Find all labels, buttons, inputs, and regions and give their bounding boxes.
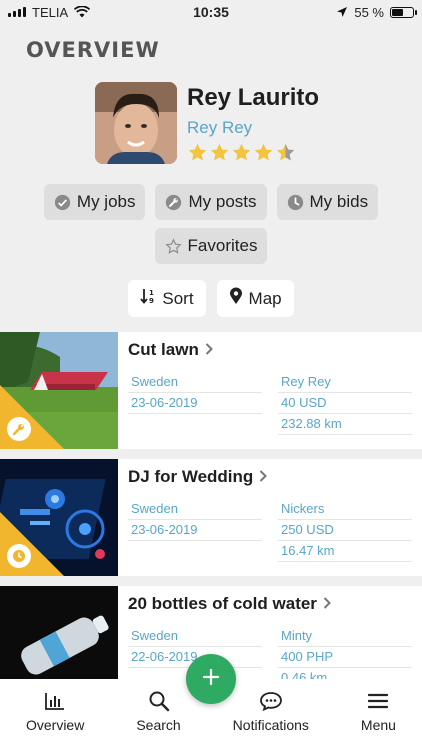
chip-my-posts[interactable]: My posts [155, 184, 267, 220]
job-country: Sweden [128, 372, 262, 393]
tab-menu[interactable]: Menu [361, 689, 396, 733]
job-owner: Nickers [278, 499, 412, 520]
page-title: OVERVIEW [26, 38, 160, 62]
wrench-circle-icon [165, 194, 182, 211]
list-item[interactable]: Cut lawn Sweden 23-06-2019 Rey Rey 40 US… [0, 332, 422, 449]
chip-label: My bids [309, 192, 369, 211]
chip-label: Favorites [187, 236, 258, 255]
clock-icon [7, 544, 31, 568]
sort-button[interactable]: 19 Sort [128, 280, 206, 317]
wrench-icon [7, 417, 31, 441]
star-outline-icon [164, 237, 182, 255]
job-title: 20 bottles of cold water [128, 594, 317, 613]
tab-search[interactable]: Search [136, 689, 181, 733]
chip-my-bids[interactable]: My bids [276, 184, 379, 220]
filter-chips: My jobs My posts My bids Favorites [0, 184, 422, 272]
clock: 10:35 [193, 4, 229, 20]
star-icon [188, 143, 207, 161]
job-price: 250 USD [278, 520, 412, 541]
search-icon [148, 689, 170, 713]
tab-label: Menu [360, 717, 396, 733]
tab-label: Search [136, 717, 181, 733]
profile-nickname: Rey Rey [187, 118, 253, 137]
job-distance: 16.47 km [278, 541, 412, 562]
chevron-right-icon [205, 340, 213, 360]
job-distance: 232.88 km [278, 414, 412, 435]
job-thumbnail [0, 459, 118, 576]
signal-icon [8, 7, 26, 17]
sort-icon: 19 [140, 287, 156, 310]
job-title: Cut lawn [128, 340, 199, 359]
map-label: Map [248, 288, 282, 308]
status-bar: TELIA 10:35 55 % [0, 0, 422, 24]
map-pin-icon [229, 287, 243, 310]
job-price: 40 USD [278, 393, 412, 414]
chevron-right-icon [259, 467, 268, 487]
tab-overview[interactable]: Overview [26, 689, 84, 733]
battery-percent: 55 % [354, 4, 384, 20]
star-icon [210, 143, 229, 161]
plus-icon [202, 668, 220, 691]
location-arrow-icon [337, 7, 348, 17]
svg-text:9: 9 [149, 297, 154, 305]
tab-label: Notifications [232, 717, 309, 733]
profile-header: Rey Laurito Rey Rey [95, 82, 319, 164]
bar-chart-icon [44, 689, 66, 713]
check-circle-icon [54, 194, 71, 211]
tab-label: Overview [25, 717, 85, 733]
job-owner: Rey Rey [278, 372, 412, 393]
category-badge [0, 385, 64, 449]
clock-circle-icon [287, 194, 304, 211]
job-country: Sweden [128, 499, 262, 520]
job-date: 23-06-2019 [128, 393, 262, 414]
profile-name: Rey Laurito [187, 84, 320, 111]
job-title: DJ for Wedding [128, 467, 254, 486]
battery-icon [390, 6, 417, 18]
hamburger-icon [368, 689, 389, 713]
chip-label: My jobs [76, 192, 136, 211]
tab-notifications[interactable]: Notifications [233, 689, 309, 733]
wifi-icon [74, 6, 91, 18]
chat-bubble-icon [259, 689, 283, 713]
star-icon [254, 143, 273, 161]
rating-stars [187, 142, 319, 163]
toolbar: 19 Sort Map [0, 280, 422, 317]
job-date: 23-06-2019 [128, 520, 262, 541]
job-country: Sweden [128, 626, 262, 647]
chip-my-jobs[interactable]: My jobs [43, 184, 146, 220]
chip-favorites[interactable]: Favorites [154, 228, 268, 264]
category-badge [0, 512, 64, 576]
job-owner: Minty [278, 626, 412, 647]
add-button[interactable] [186, 654, 236, 704]
svg-text:1: 1 [149, 289, 154, 297]
map-button[interactable]: Map [216, 280, 294, 317]
list-item[interactable]: DJ for Wedding Sweden 23-06-2019 Nickers… [0, 459, 422, 576]
half-star-icon [276, 143, 295, 161]
chevron-right-icon [323, 594, 331, 614]
carrier-label: TELIA [32, 4, 69, 20]
sort-label: Sort [162, 288, 194, 308]
avatar[interactable] [95, 82, 177, 164]
job-price: 400 PHP [278, 647, 412, 668]
job-thumbnail [0, 332, 118, 449]
chip-label: My posts [188, 192, 257, 211]
star-icon [232, 143, 251, 161]
